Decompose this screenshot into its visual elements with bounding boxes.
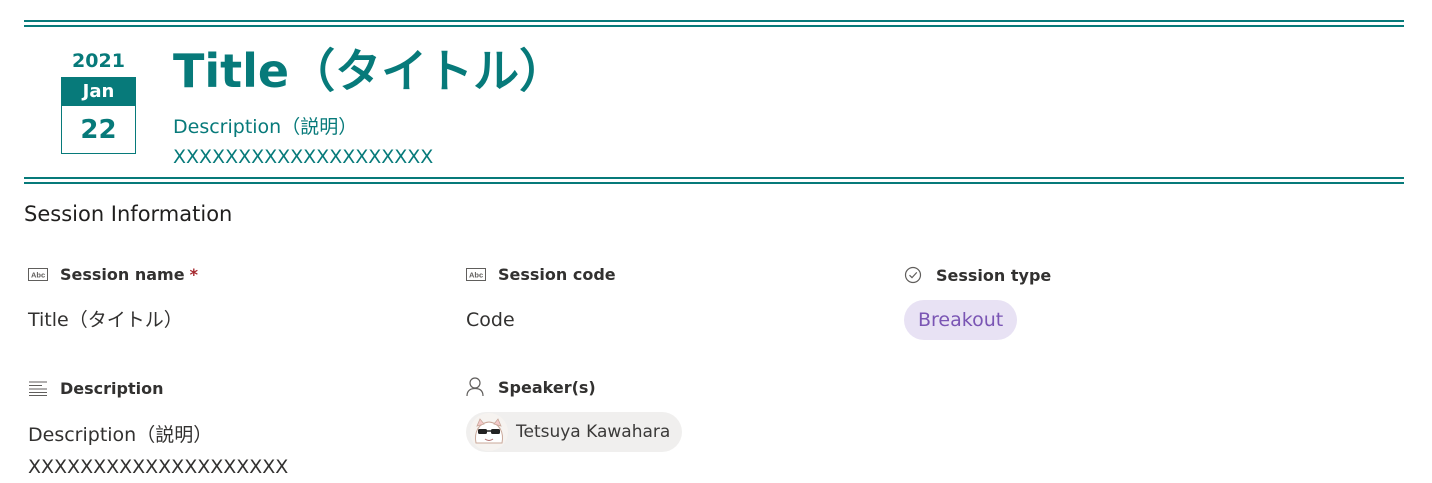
field-label-session-name: Abc Session name * — [28, 263, 198, 285]
required-indicator: * — [189, 264, 198, 284]
header-bottom-rule-inner — [24, 182, 1404, 184]
page-title: Title（タイトル） — [173, 44, 566, 98]
event-header: 2021 Jan 22 Title（タイトル） Description（説明） … — [0, 0, 1432, 190]
field-label-description: Description — [28, 377, 288, 399]
description-value[interactable]: Description（説明） XXXXXXXXXXXXXXXXXXXX — [28, 419, 288, 483]
calendar-year: 2021 — [72, 50, 125, 72]
session-name-label: Session name — [60, 264, 185, 284]
session-code-value[interactable]: Code — [466, 307, 616, 333]
session-type-choice-pill[interactable]: Breakout — [904, 300, 1018, 340]
multiline-text-icon — [28, 380, 48, 396]
session-code-label: Session code — [498, 264, 616, 284]
header-top-rule-inner — [24, 25, 1404, 27]
field-session-name: Abc Session name * Title（タイトル） — [28, 263, 198, 333]
text-field-icon: Abc — [466, 266, 486, 282]
text-field-icon: Abc — [28, 266, 48, 282]
speaker-persona-chip[interactable]: Tetsuya Kawahara — [466, 412, 683, 452]
session-name-value[interactable]: Title（タイトル） — [28, 307, 198, 333]
header-description-line2: XXXXXXXXXXXXXXXXXXXX — [173, 146, 434, 168]
calendar-month: Jan — [61, 77, 136, 106]
header-top-rule — [24, 20, 1404, 22]
section-title: Session Information — [24, 202, 233, 226]
description-label: Description — [60, 378, 164, 398]
header-bottom-rule — [24, 177, 1404, 179]
field-session-code: Abc Session code Code — [466, 263, 616, 333]
header-description: Description（説明） XXXXXXXXXXXXXXXXXXXX — [173, 112, 433, 172]
field-session-type: Session type Breakout — [904, 264, 1051, 340]
field-label-speakers: Speaker(s) — [466, 376, 682, 398]
field-speakers: Speaker(s) Tetsuya Kawahara — [466, 376, 683, 455]
speaker-name: Tetsuya Kawahara — [516, 422, 671, 442]
description-value-line1: Description（説明） — [28, 424, 213, 446]
svg-text:Abc: Abc — [469, 270, 483, 279]
avatar — [470, 413, 508, 451]
svg-text:Abc: Abc — [31, 270, 45, 279]
person-icon — [466, 377, 486, 397]
session-type-label: Session type — [936, 265, 1052, 285]
calendar-day: 22 — [61, 106, 136, 154]
field-label-session-code: Abc Session code — [466, 263, 616, 285]
field-description: Description Description（説明） XXXXXXXXXXXX… — [28, 377, 288, 483]
field-label-session-type: Session type — [904, 264, 1051, 286]
date-calendar-badge: 2021 Jan 22 — [61, 50, 136, 155]
check-circle-icon — [904, 266, 924, 284]
speakers-label: Speaker(s) — [498, 377, 596, 397]
description-value-line2: XXXXXXXXXXXXXXXXXXXX — [28, 456, 289, 478]
header-description-line1: Description（説明） — [173, 116, 358, 138]
